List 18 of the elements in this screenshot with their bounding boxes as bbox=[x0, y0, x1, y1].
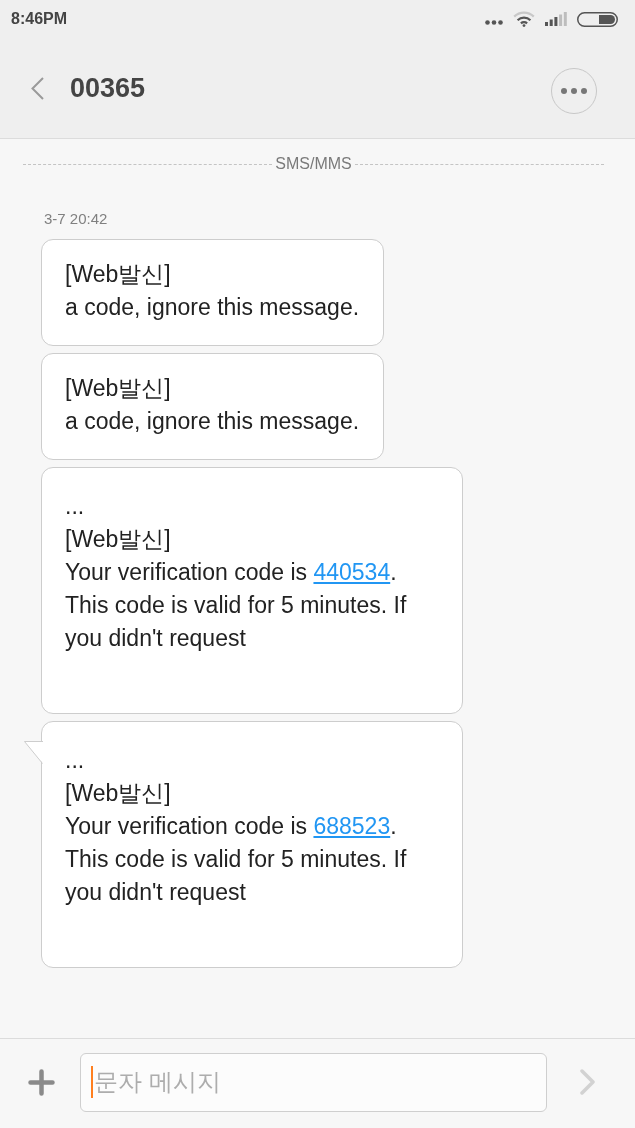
message-text: ... [Web발신] Your verification code is 688523. This code is valid for 5 minutes. If you didn't request bbox=[65, 746, 408, 907]
message-text: [Web발신] a code, ignore this message. bbox=[65, 260, 360, 322]
chevron-left-icon[interactable] bbox=[31, 76, 44, 100]
signal-icon bbox=[545, 12, 567, 26]
message-input[interactable]: 문자 메시지 bbox=[80, 1052, 547, 1112]
message-text: ... [Web발신] Your verification code is 440534. This code is valid for 5 minutes. If you didn't request bbox=[65, 492, 408, 653]
wifi-icon bbox=[513, 11, 535, 27]
overflow-dots-icon bbox=[485, 19, 503, 25]
battery-icon bbox=[577, 11, 618, 27]
plus-icon[interactable] bbox=[28, 1068, 55, 1096]
status-time: 8:46PM bbox=[11, 10, 68, 28]
channel-label: SMS/MMS bbox=[275, 155, 352, 173]
ellipsis-icon bbox=[561, 88, 587, 94]
message-text: [Web발신] a code, ignore this message. bbox=[65, 374, 360, 436]
code-link[interactable]: 688523 bbox=[313, 813, 391, 839]
header-title: 00365 bbox=[70, 72, 146, 104]
code-link[interactable]: 440534 bbox=[313, 559, 391, 585]
message-timestamp: 3-7 20:42 bbox=[44, 210, 108, 228]
